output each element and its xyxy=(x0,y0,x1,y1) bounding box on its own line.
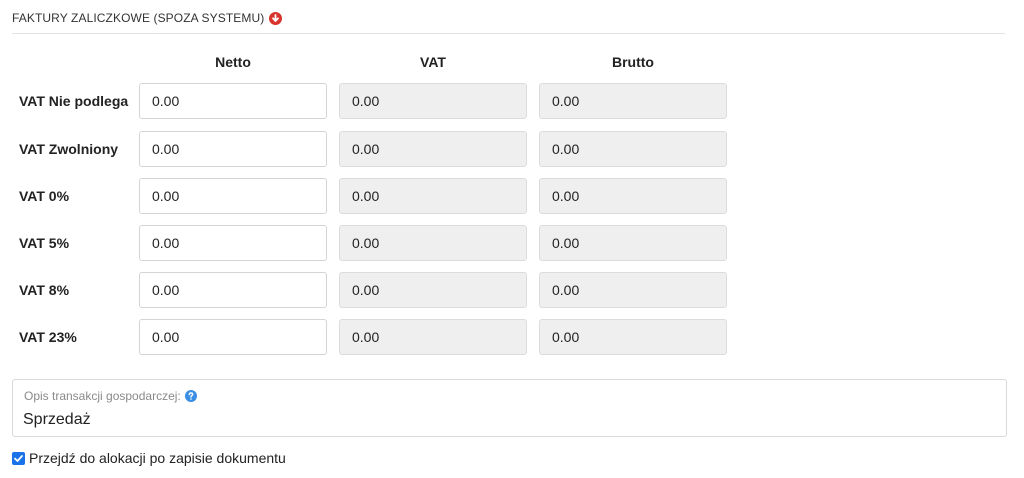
brutto-field-vat-23 xyxy=(539,319,727,355)
row-label-vat-nie-podlega: VAT Nie podlega xyxy=(19,93,129,109)
row-label-vat-5: VAT 5% xyxy=(19,235,70,251)
column-header-brutto: Brutto xyxy=(612,54,654,70)
description-input[interactable] xyxy=(23,408,983,432)
vat-field-vat-zwolniony xyxy=(339,131,527,167)
column-header-vat: VAT xyxy=(420,54,446,70)
checkmark-icon xyxy=(14,454,23,462)
column-header-netto: Netto xyxy=(215,54,251,70)
row-label-vat-0: VAT 0% xyxy=(19,188,70,204)
description-label-row: Opis transakcji gospodarczej: xyxy=(24,389,197,403)
brutto-field-vat-nie-podlega xyxy=(539,83,727,119)
brutto-field-vat-8 xyxy=(539,272,727,308)
brutto-field-vat-zwolniony xyxy=(539,131,727,167)
arrow-down-circle-icon[interactable] xyxy=(269,11,283,25)
section-header: FAKTURY ZALICZKOWE (SPOZA SYSTEMU) xyxy=(12,9,283,27)
description-field-box[interactable]: Opis transakcji gospodarczej: xyxy=(12,379,1007,437)
netto-input-vat-0[interactable] xyxy=(139,178,327,214)
row-label-vat-8: VAT 8% xyxy=(19,282,70,298)
description-label: Opis transakcji gospodarczej: xyxy=(24,389,181,403)
brutto-field-vat-0 xyxy=(539,178,727,214)
allocation-checkbox[interactable] xyxy=(12,451,25,465)
vat-field-vat-5 xyxy=(339,225,527,261)
vat-field-vat-nie-podlega xyxy=(339,83,527,119)
netto-input-vat-nie-podlega[interactable] xyxy=(139,83,327,119)
brutto-field-vat-5 xyxy=(539,225,727,261)
netto-input-vat-5[interactable] xyxy=(139,225,327,261)
row-label-vat-zwolniony: VAT Zwolniony xyxy=(19,141,119,157)
allocation-checkbox-row[interactable]: Przejdź do alokacji po zapisie dokumentu xyxy=(12,450,286,466)
section-title: FAKTURY ZALICZKOWE (SPOZA SYSTEMU) xyxy=(12,11,265,25)
vat-field-vat-23 xyxy=(339,319,527,355)
netto-input-vat-zwolniony[interactable] xyxy=(139,131,327,167)
netto-input-vat-23[interactable] xyxy=(139,319,327,355)
section-divider xyxy=(12,33,1005,34)
help-circle-icon[interactable] xyxy=(184,390,197,402)
allocation-checkbox-label[interactable]: Przejdź do alokacji po zapisie dokumentu xyxy=(29,450,286,466)
netto-input-vat-8[interactable] xyxy=(139,272,327,308)
row-label-vat-23: VAT 23% xyxy=(19,329,77,345)
vat-field-vat-8 xyxy=(339,272,527,308)
vat-field-vat-0 xyxy=(339,178,527,214)
